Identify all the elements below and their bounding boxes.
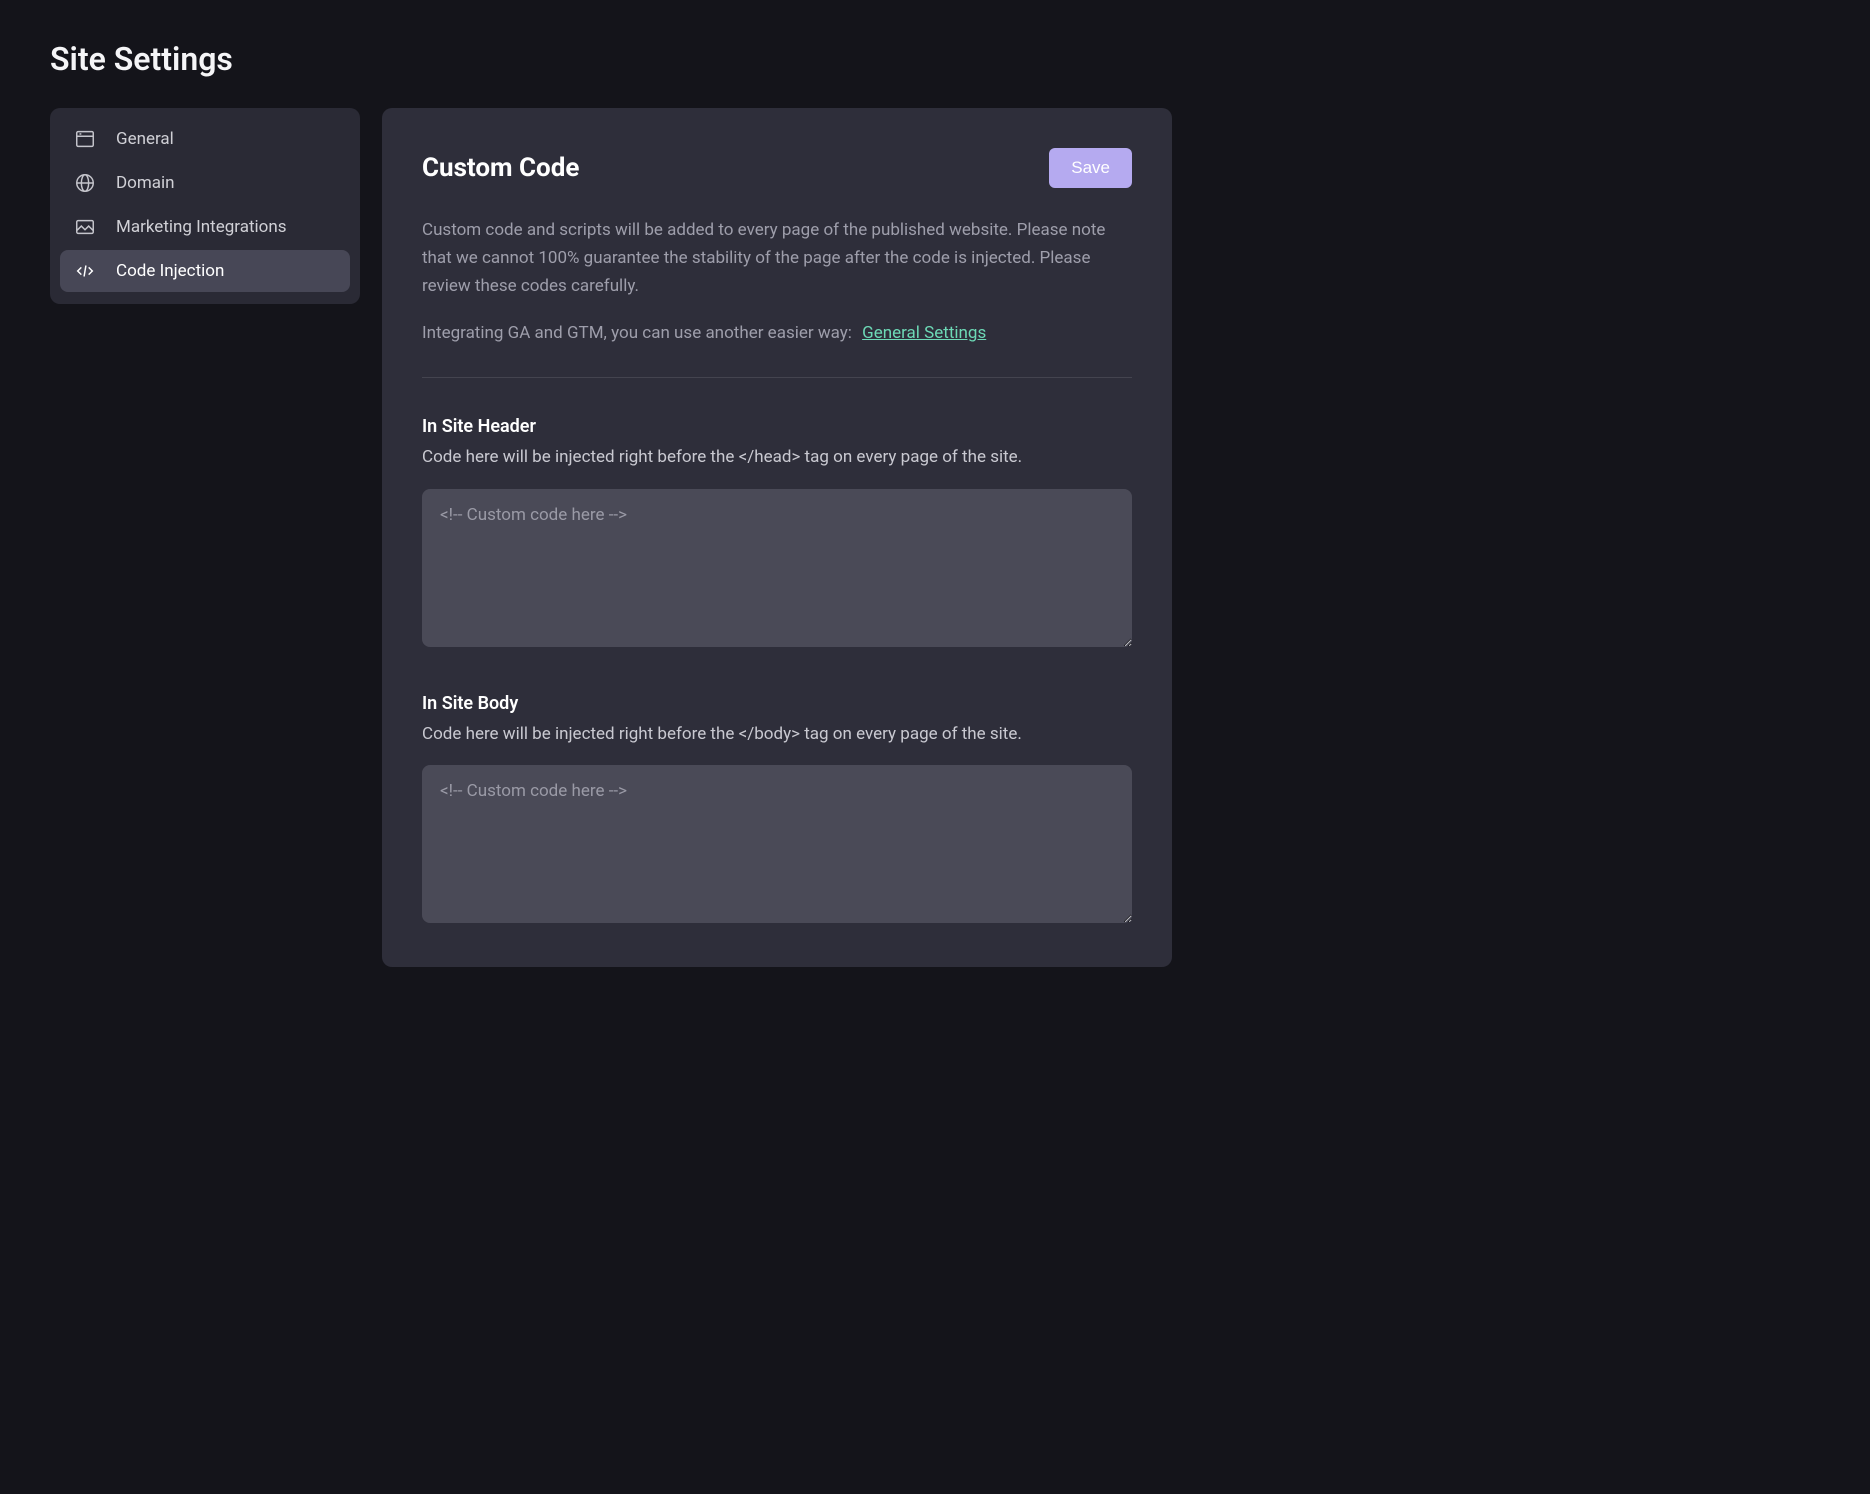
- sidebar-item-code-injection[interactable]: Code Injection: [60, 250, 350, 292]
- header-section-title: In Site Header: [422, 416, 1132, 437]
- sidebar-item-label: Code Injection: [116, 261, 224, 281]
- save-button[interactable]: Save: [1049, 148, 1132, 188]
- site-header-code-input[interactable]: [422, 489, 1132, 647]
- divider: [422, 377, 1132, 378]
- sidebar-item-general[interactable]: General: [60, 118, 350, 160]
- sidebar-item-label: Marketing Integrations: [116, 217, 287, 237]
- sidebar-item-marketing[interactable]: Marketing Integrations: [60, 206, 350, 248]
- image-icon: [74, 216, 96, 238]
- page-title: Site Settings: [50, 40, 1820, 78]
- body-section-title: In Site Body: [422, 693, 1132, 714]
- site-body-code-input[interactable]: [422, 765, 1132, 923]
- header-section-desc: Code here will be injected right before …: [422, 445, 1132, 471]
- body-section-desc: Code here will be injected right before …: [422, 722, 1132, 748]
- custom-code-panel: Custom Code Save Custom code and scripts…: [382, 108, 1172, 967]
- sidebar-item-label: General: [116, 129, 174, 149]
- panel-title: Custom Code: [422, 153, 579, 183]
- globe-icon: [74, 172, 96, 194]
- sidebar-item-domain[interactable]: Domain: [60, 162, 350, 204]
- general-settings-link[interactable]: General Settings: [862, 323, 986, 343]
- hint-text: Integrating GA and GTM, you can use anot…: [422, 323, 852, 343]
- sidebar-item-label: Domain: [116, 173, 175, 193]
- panel-hint: Integrating GA and GTM, you can use anot…: [422, 320, 1132, 347]
- code-icon: [74, 260, 96, 282]
- settings-sidebar: General Domain Marketing Integrations: [50, 108, 360, 304]
- browser-icon: [74, 128, 96, 150]
- panel-description: Custom code and scripts will be added to…: [422, 216, 1132, 300]
